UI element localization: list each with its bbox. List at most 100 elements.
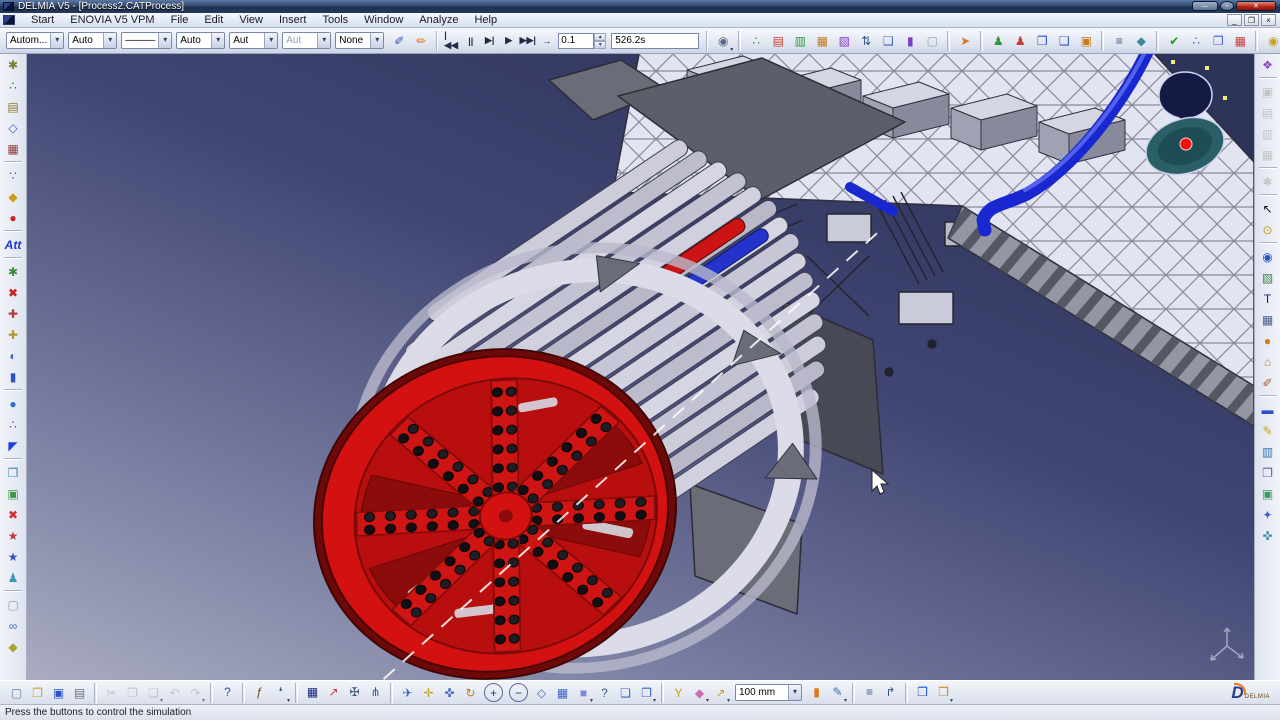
blank-sheet-icon[interactable]: ▢ <box>922 31 942 51</box>
catalog-blue-icon[interactable]: ❒ <box>1032 31 1052 51</box>
play-button[interactable]: ▶ <box>500 31 517 51</box>
chevron-down-icon[interactable]: ▾ <box>50 33 63 48</box>
jump-to-start-button[interactable]: |◀◀ <box>443 31 460 51</box>
menu-analyze[interactable]: Analyze <box>411 13 466 27</box>
caution-diamond-icon[interactable]: ◆ <box>3 186 24 207</box>
home-icon[interactable]: ⌂ <box>1257 351 1278 372</box>
mdi-close-button[interactable]: × <box>1261 14 1276 26</box>
robot-red-icon[interactable]: ★ <box>3 525 24 546</box>
simulation-time-input[interactable] <box>611 33 699 49</box>
jump-to-end-button[interactable]: ▶▶| <box>519 31 536 51</box>
annotation-list-icon[interactable]: ▥ <box>1257 441 1278 462</box>
line-style-combo[interactable]: ———▾ <box>121 32 172 49</box>
new-document-icon[interactable]: ▢ <box>7 683 26 702</box>
paths-swallow-icon[interactable]: ❖ <box>1257 54 1278 75</box>
look-at-icon[interactable]: ❏ <box>616 683 635 702</box>
link-nodes-icon[interactable]: ∞ <box>3 615 24 636</box>
fit-all-in-icon[interactable]: ✛ <box>419 683 438 702</box>
menu-file[interactable]: File <box>163 13 197 27</box>
chevron-down-icon[interactable]: ▾ <box>158 33 171 48</box>
brush-tool-icon[interactable]: ✐ <box>1257 372 1278 393</box>
image-capture-icon[interactable]: ▧ <box>1257 267 1278 288</box>
reorder-arrows-icon[interactable]: ⇅ <box>856 31 876 51</box>
table-icon[interactable]: ▦ <box>1257 309 1278 330</box>
machining-gear-icon[interactable]: ✱ <box>3 54 24 75</box>
worker-assign-icon[interactable]: ♟ <box>1010 31 1030 51</box>
zoom-out-icon[interactable]: − <box>509 683 528 702</box>
structure-tree-icon[interactable]: ⋔ <box>366 683 385 702</box>
device-task-icon[interactable]: ▣ <box>1076 31 1096 51</box>
frame-a-icon[interactable]: ▣ <box>1257 483 1278 504</box>
quick-view-icon[interactable]: ? <box>595 683 614 702</box>
menu-insert[interactable]: Insert <box>271 13 315 27</box>
time-step-input[interactable] <box>558 33 594 49</box>
clock-icon[interactable]: ● <box>1257 330 1278 351</box>
balance-lines-icon[interactable]: ≡ <box>1109 31 1129 51</box>
barrel-icon[interactable]: ▮ <box>3 366 24 387</box>
close-button[interactable]: ✕ <box>1236 1 1276 11</box>
paintbrush-icon[interactable]: ✐ <box>389 31 409 51</box>
yellow-parts-icon[interactable]: ◆ <box>3 636 24 657</box>
menu-view[interactable]: View <box>231 13 271 27</box>
remove-tool-icon[interactable]: ✖ <box>3 282 24 303</box>
share-nodes-icon[interactable]: ∴ <box>1186 31 1206 51</box>
pan-icon[interactable]: ✜ <box>440 683 459 702</box>
menu-tools[interactable]: Tools <box>314 13 356 27</box>
analysis-graph-icon[interactable]: ↗ <box>324 683 343 702</box>
update-mode-combo[interactable]: Autom...▾ <box>6 32 64 49</box>
zoom-in-icon[interactable]: + <box>484 683 503 702</box>
share-out-icon[interactable]: ∴ <box>3 414 24 435</box>
iso-view-icon[interactable]: ■ <box>574 683 593 702</box>
rotate-icon[interactable]: ↻ <box>461 683 480 702</box>
clamp-vise-icon[interactable]: ❒ <box>3 462 24 483</box>
visualization-combo[interactable]: Auto▾ <box>68 32 117 49</box>
select-cursor-icon[interactable]: ↖ <box>1257 198 1278 219</box>
pencil-yellow-icon[interactable]: ✎ <box>1257 420 1278 441</box>
render-style-combo[interactable]: None▾ <box>335 32 384 49</box>
eraser-icon[interactable]: ◆ <box>690 683 709 702</box>
layer-stack-icon[interactable]: ▤ <box>3 96 24 117</box>
catalog-book-icon[interactable]: ▮ <box>807 683 826 702</box>
sequence-path-icon[interactable]: ↱ <box>881 683 900 702</box>
gate-window-icon[interactable]: ❐ <box>1208 31 1228 51</box>
menu-help[interactable]: Help <box>466 13 505 27</box>
continuous-run-button[interactable]: → <box>538 31 555 51</box>
menu-enovia-v5-vpm[interactable]: ENOVIA V5 VPM <box>62 13 162 27</box>
chevron-down-icon[interactable]: ▾ <box>370 33 383 48</box>
lock-icon[interactable]: ✠ <box>345 683 364 702</box>
clamp-tool-icon[interactable]: ◆ <box>1131 31 1151 51</box>
simulation-player-icon[interactable]: ◉ <box>713 31 733 51</box>
process-graph-icon[interactable]: ∴ <box>746 31 766 51</box>
box-green-icon[interactable]: ▣ <box>3 483 24 504</box>
runner-orange-icon[interactable]: ➤ <box>955 31 975 51</box>
camera-icon[interactable]: ◉ <box>1257 246 1278 267</box>
node-link-icon[interactable]: ● <box>3 207 24 228</box>
gears-pair-icon[interactable]: ✱ <box>3 261 24 282</box>
balloon-note-icon[interactable]: ❛ <box>271 683 290 702</box>
multi-view-icon[interactable]: ▦ <box>553 683 572 702</box>
line-weight-combo[interactable]: Auto▾ <box>176 32 225 49</box>
viewport-3d[interactable] <box>27 54 1254 680</box>
sketch-plane-icon[interactable]: ◇ <box>3 117 24 138</box>
red-star-tool-icon[interactable]: ✖ <box>3 504 24 525</box>
catalog-stack-icon[interactable]: ❑ <box>1054 31 1074 51</box>
options-list-icon[interactable]: ≡ <box>860 683 879 702</box>
ruler-blue-icon[interactable]: ▬ <box>1257 399 1278 420</box>
document-small-icon[interactable]: ▢ <box>3 594 24 615</box>
windows-layout-icon[interactable]: ❏ <box>878 31 898 51</box>
door-pass-icon[interactable]: ▮ <box>900 31 920 51</box>
node-network-icon[interactable]: ∴ <box>3 75 24 96</box>
menu-edit[interactable]: Edit <box>196 13 231 27</box>
robot-blue-icon[interactable]: ★ <box>3 546 24 567</box>
resources-list-icon[interactable]: ▦ <box>812 31 832 51</box>
menu-start[interactable]: Start <box>23 13 62 27</box>
point-style-combo[interactable]: Aut▾ <box>229 32 278 49</box>
globe-icon[interactable]: ◉ <box>1263 31 1280 51</box>
grid-step-combo[interactable]: 100 mm ▾ <box>735 684 802 701</box>
mdi-restore-button[interactable]: ❐ <box>1244 14 1259 26</box>
pause-button[interactable]: || <box>462 31 479 51</box>
full-screen-icon[interactable]: ❐ <box>637 683 656 702</box>
vector-arrow-icon[interactable]: ↗ <box>711 683 730 702</box>
attributes-button[interactable]: Att <box>3 234 24 255</box>
open-folder-icon[interactable]: ❒ <box>28 683 47 702</box>
